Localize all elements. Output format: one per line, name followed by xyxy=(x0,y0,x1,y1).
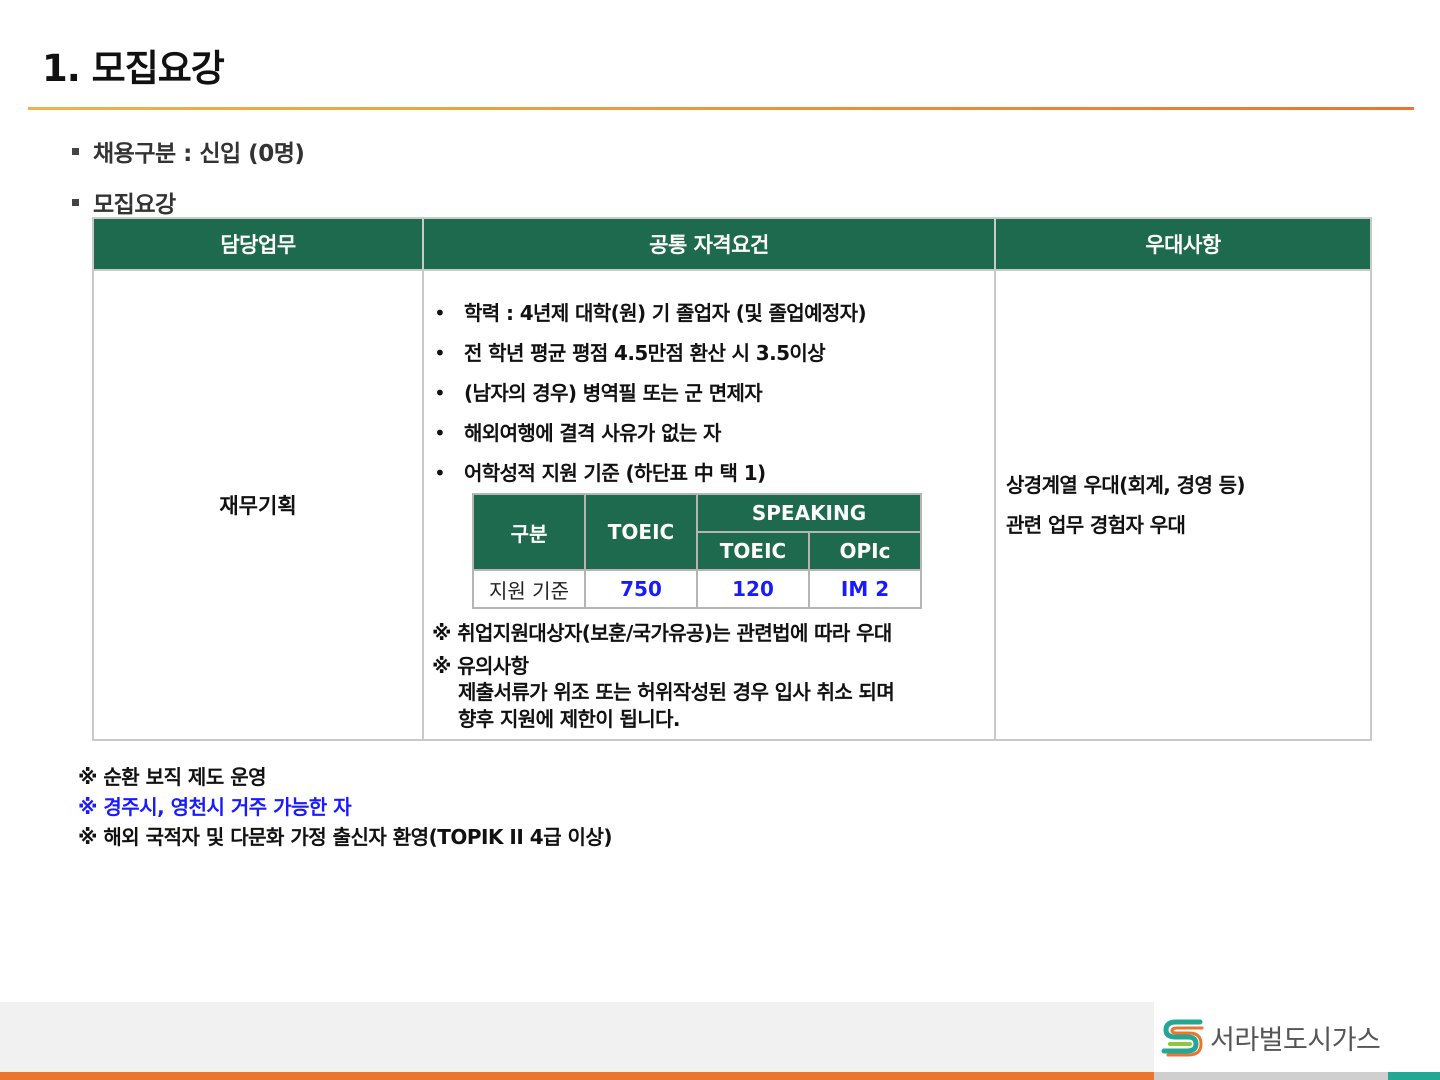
company-logo: 서라벌도시가스 xyxy=(1154,1002,1440,1072)
square-bullet-icon xyxy=(72,198,79,206)
header-preferences: 우대사항 xyxy=(994,217,1372,271)
footnote-rotation: ※ 순환 보직 제도 운영 xyxy=(78,765,267,789)
dot-bullet-icon: • xyxy=(434,341,446,365)
footnotes: ※ 순환 보직 제도 운영 ※ 경주시, 영천시 거주 가능한 자 ※ 해외 국… xyxy=(78,762,613,852)
list-item: • 학력 : 4년제 대학(원) 기 졸업자 (및 졸업예정자) xyxy=(432,293,990,333)
list-item: • (남자의 경우) 병역필 또는 군 면제자 xyxy=(432,373,990,413)
footnote-foreign: ※ 해외 국적자 및 다문화 가정 출신자 환영(TOPIK II 4급 이상) xyxy=(78,825,613,849)
hire-type-line: 채용구분 : 신입 (0명) xyxy=(72,134,305,168)
list-item: • 전 학년 평균 평점 4.5만점 환산 시 3.5이상 xyxy=(432,333,990,373)
score-speaking-toeic-value: 120 xyxy=(696,569,810,609)
square-bullet-icon xyxy=(72,147,79,155)
requirements-table: 담당업무 공통 자격요건 우대사항 재무기획 • 학력 : 4년제 대학(원) 기… xyxy=(92,217,1372,741)
caution-title: ※ 유의사항 xyxy=(432,654,529,678)
footer-accent-teal xyxy=(1388,1072,1440,1080)
hire-type-text: 채용구분 : 신입 (0명) xyxy=(93,141,305,167)
score-header-opic: OPIc xyxy=(807,531,923,571)
list-item: • 어학성적 지원 기준 (하단표 中 택 1) xyxy=(432,453,990,493)
title-divider xyxy=(28,107,1414,110)
dot-bullet-icon: • xyxy=(434,301,446,325)
duty-cell: 재무기획 xyxy=(92,269,424,741)
requirements-heading-line: 모집요강 xyxy=(72,185,176,219)
score-row-label: 지원 기준 xyxy=(472,569,586,609)
table-header-row: 담당업무 공통 자격요건 우대사항 xyxy=(92,217,1372,271)
score-header-speaking: SPEAKING xyxy=(695,493,923,533)
veteran-note: ※ 취업지원대상자(보훈/국가유공)는 관련법에 따라 우대 xyxy=(432,621,892,645)
header-qualifications: 공통 자격요건 xyxy=(422,217,996,271)
company-name: 서라벌도시가스 xyxy=(1210,1024,1381,1056)
qualifications-cell: • 학력 : 4년제 대학(원) 기 졸업자 (및 졸업예정자) • 전 학년 평균… xyxy=(422,269,996,741)
qualifications-list: • 학력 : 4년제 대학(원) 기 졸업자 (및 졸업예정자) • 전 학년 평균… xyxy=(432,293,990,493)
preference-item: 상경계열 우대(회계, 경영 등) xyxy=(1006,473,1246,497)
score-header-toeic: TOEIC xyxy=(584,493,698,571)
table-row: 재무기획 • 학력 : 4년제 대학(원) 기 졸업자 (및 졸업예정자) • 전 … xyxy=(92,269,1372,741)
score-toeic-value: 750 xyxy=(584,569,698,609)
page-title: 1. 모집요강 xyxy=(42,47,225,90)
dot-bullet-icon: • xyxy=(434,421,446,445)
score-opic-value: IM 2 xyxy=(807,569,923,609)
header-duty: 담당업무 xyxy=(92,217,424,271)
score-header-speaking-toeic: TOEIC xyxy=(696,531,810,571)
footer-accent-orange xyxy=(0,1072,1154,1080)
list-item: • 해외여행에 결격 사유가 없는 자 xyxy=(432,413,990,453)
footnote-residence: ※ 경주시, 영천시 거주 가능한 자 xyxy=(78,795,352,819)
footer-accent-gray xyxy=(1154,1072,1388,1080)
requirements-heading: 모집요강 xyxy=(93,192,176,218)
dot-bullet-icon: • xyxy=(434,461,446,485)
company-logo-icon xyxy=(1161,1019,1204,1057)
dot-bullet-icon: • xyxy=(434,381,446,405)
language-score-table: 구분 TOEIC SPEAKING TOEIC OPIc 지원 기준 750 1… xyxy=(472,493,923,609)
preference-item: 관련 업무 경험자 우대 xyxy=(1006,513,1186,537)
score-header-category: 구분 xyxy=(472,493,586,571)
caution-line: 제출서류가 위조 또는 허위작성된 경우 입사 취소 되며 xyxy=(458,680,895,704)
preferences-cell: 상경계열 우대(회계, 경영 등) 관련 업무 경험자 우대 xyxy=(994,269,1372,741)
caution-line: 향후 지원에 제한이 됩니다. xyxy=(458,707,680,731)
